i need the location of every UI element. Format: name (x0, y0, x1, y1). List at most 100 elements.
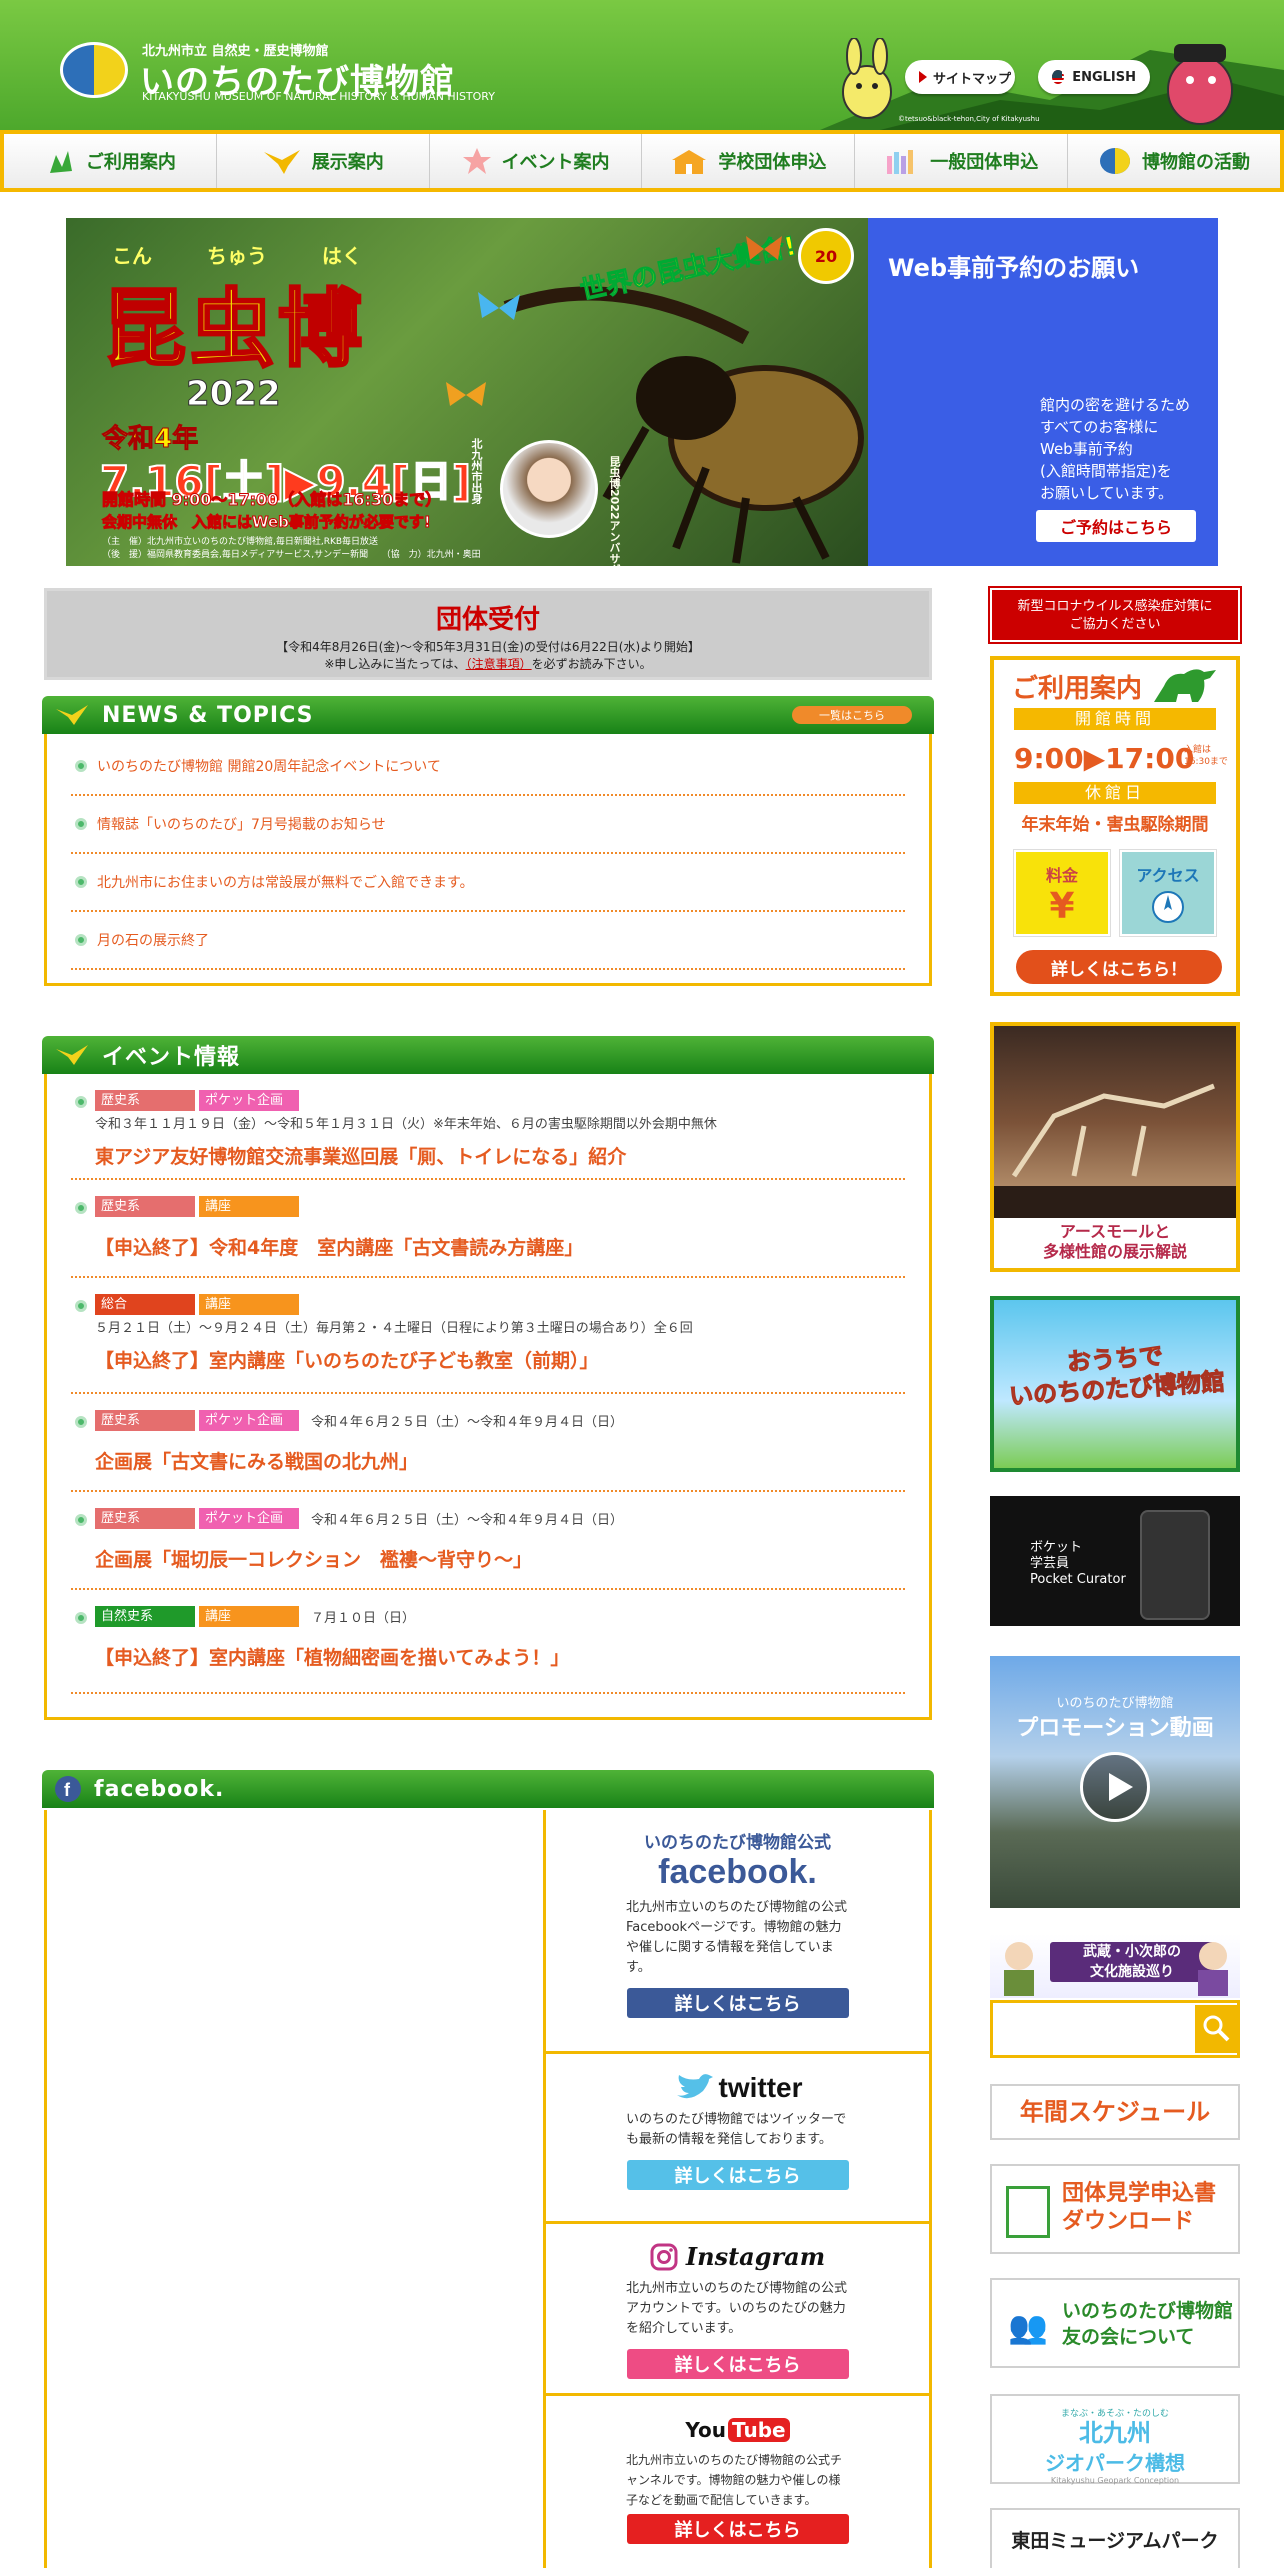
play-button-icon[interactable] (1080, 1752, 1150, 1822)
exhibition-banner[interactable]: こん ちゅう はく 昆虫博 2022 令和4年 7.16[土]▶9.4[日] 開… (66, 218, 868, 566)
earth-mall-banner[interactable]: アースモールと 多様性館の展示解説 (990, 1022, 1240, 1272)
event-title[interactable]: 東アジア友好博物館交流事業巡回展「厠、トイレになる」紹介 (95, 1142, 905, 1169)
twitter-logo: twitter (718, 2072, 803, 2103)
hero-hours: 開館時間 9:00～17:00（入館は16:30まで） (101, 490, 442, 510)
pocket-curator-banner[interactable]: ボケット 学芸員 Pocket Curator (990, 1496, 1240, 1626)
news-item[interactable]: いのちのたび博物館 開館20周年記念イベントについて (71, 738, 905, 796)
guide-more-button[interactable]: 詳しくはこちら！ (1016, 950, 1222, 984)
pocket-curator-text: ボケット 学芸員 Pocket Curator (1030, 1540, 1126, 1587)
instagram-more-button[interactable]: 詳しくはこちら (626, 2349, 849, 2379)
event-tag: 自然史系 (95, 1606, 195, 1627)
character-icon (1198, 1942, 1228, 1996)
hero-year: 2022 (186, 374, 282, 415)
promo-video-banner[interactable]: いのちのたび博物館 プロモーション動画 (990, 1656, 1240, 1908)
smartphone-icon (1140, 1510, 1210, 1620)
skeleton-icon (994, 1083, 1236, 1218)
friends-club-button[interactable]: 👥 いのちのたび博物館 友の会について (990, 2278, 1240, 2368)
people-icon: 👥 (1008, 2308, 1048, 2346)
group-period: 【令和4年8月26日(金)～令和5年3月31日(金)の受付は6月22日(水)より… (276, 640, 700, 654)
twitter-desc: いのちのたび博物館ではツイッターでも最新の情報を発信しております。 (626, 2112, 847, 2147)
ambassador-title: 昆虫博2022アンバサダー (608, 456, 621, 566)
bullet-icon (75, 818, 87, 830)
event-title[interactable]: 企画展「古文書にみる戦国の北九州」 (95, 1447, 905, 1474)
fee-button[interactable]: 料金 ¥ (1013, 849, 1111, 937)
nav-guide[interactable]: ご利用案内 (4, 134, 217, 188)
svg-text:f: f (64, 1780, 71, 1800)
search-button[interactable] (1195, 2005, 1237, 2053)
news-item[interactable]: 北九州市にお住まいの方は常設展が無料でご入館できます。 (71, 854, 905, 912)
nav-activities[interactable]: 博物館の活動 (1068, 134, 1280, 188)
search-input[interactable] (993, 2003, 1193, 2055)
annual-schedule-button[interactable]: 年間スケジュール (990, 2084, 1240, 2140)
event-item[interactable]: 歴史系 ポケット企画展 令和３年１１月１９日（金）～令和５年１月３１日（火）※年末年… (71, 1074, 905, 1180)
access-button[interactable]: アクセス (1119, 849, 1217, 937)
instagram-desc: 北九州市立いのちのたび博物館の公式アカウントです。いのちのたびの魅力を紹介してい… (626, 2281, 848, 2336)
notes-link[interactable]: （注意事項） (466, 657, 532, 671)
reservation-button[interactable]: ご予約はこちら (1036, 510, 1196, 542)
news-title: NEWS & TOPICS (102, 702, 314, 728)
bullet-icon (75, 1300, 87, 1312)
youtube-card: You Tube 北九州市立いのちのたび博物館の公式チャンネルです。博物館の魅力… (546, 2396, 932, 2568)
facebook-card-head: いのちのたび博物館公式 (644, 1833, 831, 1853)
event-title[interactable]: 【申込終了】室内講座「いのちのたび子ども教室（前期）」 (95, 1346, 905, 1373)
event-title[interactable]: 【申込終了】令和4年度 室内講座「古文書読み方講座」 (95, 1233, 905, 1260)
ouchi-museum-banner[interactable]: おうちで いのちのたび博物館 (990, 1296, 1240, 1472)
bullet-icon (75, 1202, 87, 1214)
news-header: NEWS & TOPICS 一覧はこちら (42, 696, 934, 734)
event-item[interactable]: 総合 講座 ５月２１日（土）～９月２４日（土）毎月第２・４土曜日（日程により第３土曜… (71, 1278, 905, 1394)
group-note: ※申し込みに当たっては、（注意事項）を必ずお読み下さい。 (47, 655, 929, 672)
application-download-text: 団体見学申込書 ダウンロード (1062, 2181, 1217, 2234)
facebook-more-button[interactable]: 詳しくはこちら (626, 1988, 849, 2018)
event-tag: ポケット企画展 (199, 1410, 299, 1449)
nav-events[interactable]: イベント案内 (430, 134, 643, 188)
event-tag: 歴史系 (95, 1196, 195, 1217)
earth-mall-caption: アースモールと 多様性館の展示解説 (1042, 1222, 1187, 1261)
news-item[interactable]: 情報誌「いのちのたび」7月号掲載のお知らせ (71, 796, 905, 854)
event-item[interactable]: 歴史系 ポケット企画展令和４年６月２５日（土）～令和４年９月４日（日） 企画展「堀切… (71, 1492, 905, 1590)
facebook-embed[interactable] (44, 1810, 546, 2568)
covid-notice-banner[interactable]: 新型コロナウイルス感染症対策に ご協力ください (988, 586, 1242, 644)
bullet-icon (75, 876, 87, 888)
site-search (990, 2000, 1240, 2058)
event-item[interactable]: 自然史系 講座 ７月１０日（日） 【申込終了】室内講座「植物細密画を描いてみよう！」 (71, 1590, 905, 1694)
sitemap-button[interactable]: サイトマップ (905, 60, 1015, 94)
higashida-museum-park-button[interactable]: 東田ミュージアムパーク (990, 2508, 1240, 2568)
nav-school-group[interactable]: 学校団体申込 (642, 134, 856, 188)
fee-label: 料金 (1045, 866, 1078, 885)
news-item[interactable]: 月の石の展示終了 (71, 912, 905, 970)
nav-general-group[interactable]: 一般団体申込 (855, 134, 1069, 188)
youtube-more-button[interactable]: 詳しくはこちら (626, 2514, 849, 2544)
nav-exhibition[interactable]: 展示案内 (217, 134, 430, 188)
youtube-logo-you: You (685, 2418, 727, 2442)
geopark-title: 北九州 (1079, 2419, 1151, 2447)
events-panel: 歴史系 ポケット企画展 令和３年１１月１９日（金）～令和５年１月３１日（火）※年末年… (44, 1074, 932, 1720)
event-tags: 歴史系 ポケット企画展令和４年６月２５日（土）～令和４年９月４日（日） (95, 1410, 905, 1449)
event-title[interactable]: 企画展「堀切辰一コレクション 襤褸～背守り～」 (95, 1545, 905, 1572)
event-item[interactable]: 歴史系 講座 【申込終了】令和4年度 室内講座「古文書読み方講座」 (71, 1180, 905, 1278)
twitter-more-button[interactable]: 詳しくはこちら (626, 2160, 849, 2190)
group-note-text: ※申し込みに当たっては、 (324, 657, 466, 671)
museum-logo-icon (1100, 148, 1131, 174)
butterfly-icon (446, 382, 486, 406)
geopark-button[interactable]: まなぶ・あそぶ・たのしむ 北九州 ジオパーク構想 Kitakyushu Geop… (990, 2394, 1240, 2485)
news-more-button[interactable]: 一覧はこちら (792, 706, 912, 724)
english-button[interactable]: ENGLISH (1038, 60, 1150, 94)
higashida-title: 東田ミュージアムパーク (1011, 2530, 1219, 2552)
butterfly-icon (746, 236, 782, 260)
bullet-icon (75, 1416, 87, 1428)
news-item-text: 情報誌「いのちのたび」7月号掲載のお知らせ (97, 817, 386, 833)
play-arrow-icon (919, 71, 927, 83)
bullet-icon (75, 1612, 87, 1624)
web-reservation-panel: Web事前予約のお願い 館内の密を避けるため すべてのお客様に Web事前予約 … (868, 218, 1218, 566)
culture-tour-banner[interactable]: 武蔵・小次郎の 文化施設巡り (990, 1934, 1240, 1998)
facebook-desc: 北九州市立いのちのたび博物館の公式Facebookページです。博物館の魅力や催し… (626, 1900, 848, 1975)
event-tag: 歴史系 (95, 1090, 195, 1111)
event-item[interactable]: 歴史系 ポケット企画展令和４年６月２５日（土）～令和４年９月４日（日） 企画展「古文… (71, 1394, 905, 1492)
event-date: ５月２１日（土）～９月２４日（土）毎月第２・４土曜日（日程により第３土曜日の場合… (95, 1321, 693, 1336)
event-title[interactable]: 【申込終了】室内講座「植物細密画を描いてみよう！」 (95, 1643, 905, 1670)
application-download-button[interactable]: 団体見学申込書 ダウンロード (990, 2164, 1240, 2254)
yen-icon: ¥ (1049, 886, 1075, 927)
event-tags: 総合 講座 (95, 1294, 905, 1315)
bullet-icon (75, 760, 87, 772)
access-label: アクセス (1136, 866, 1200, 885)
